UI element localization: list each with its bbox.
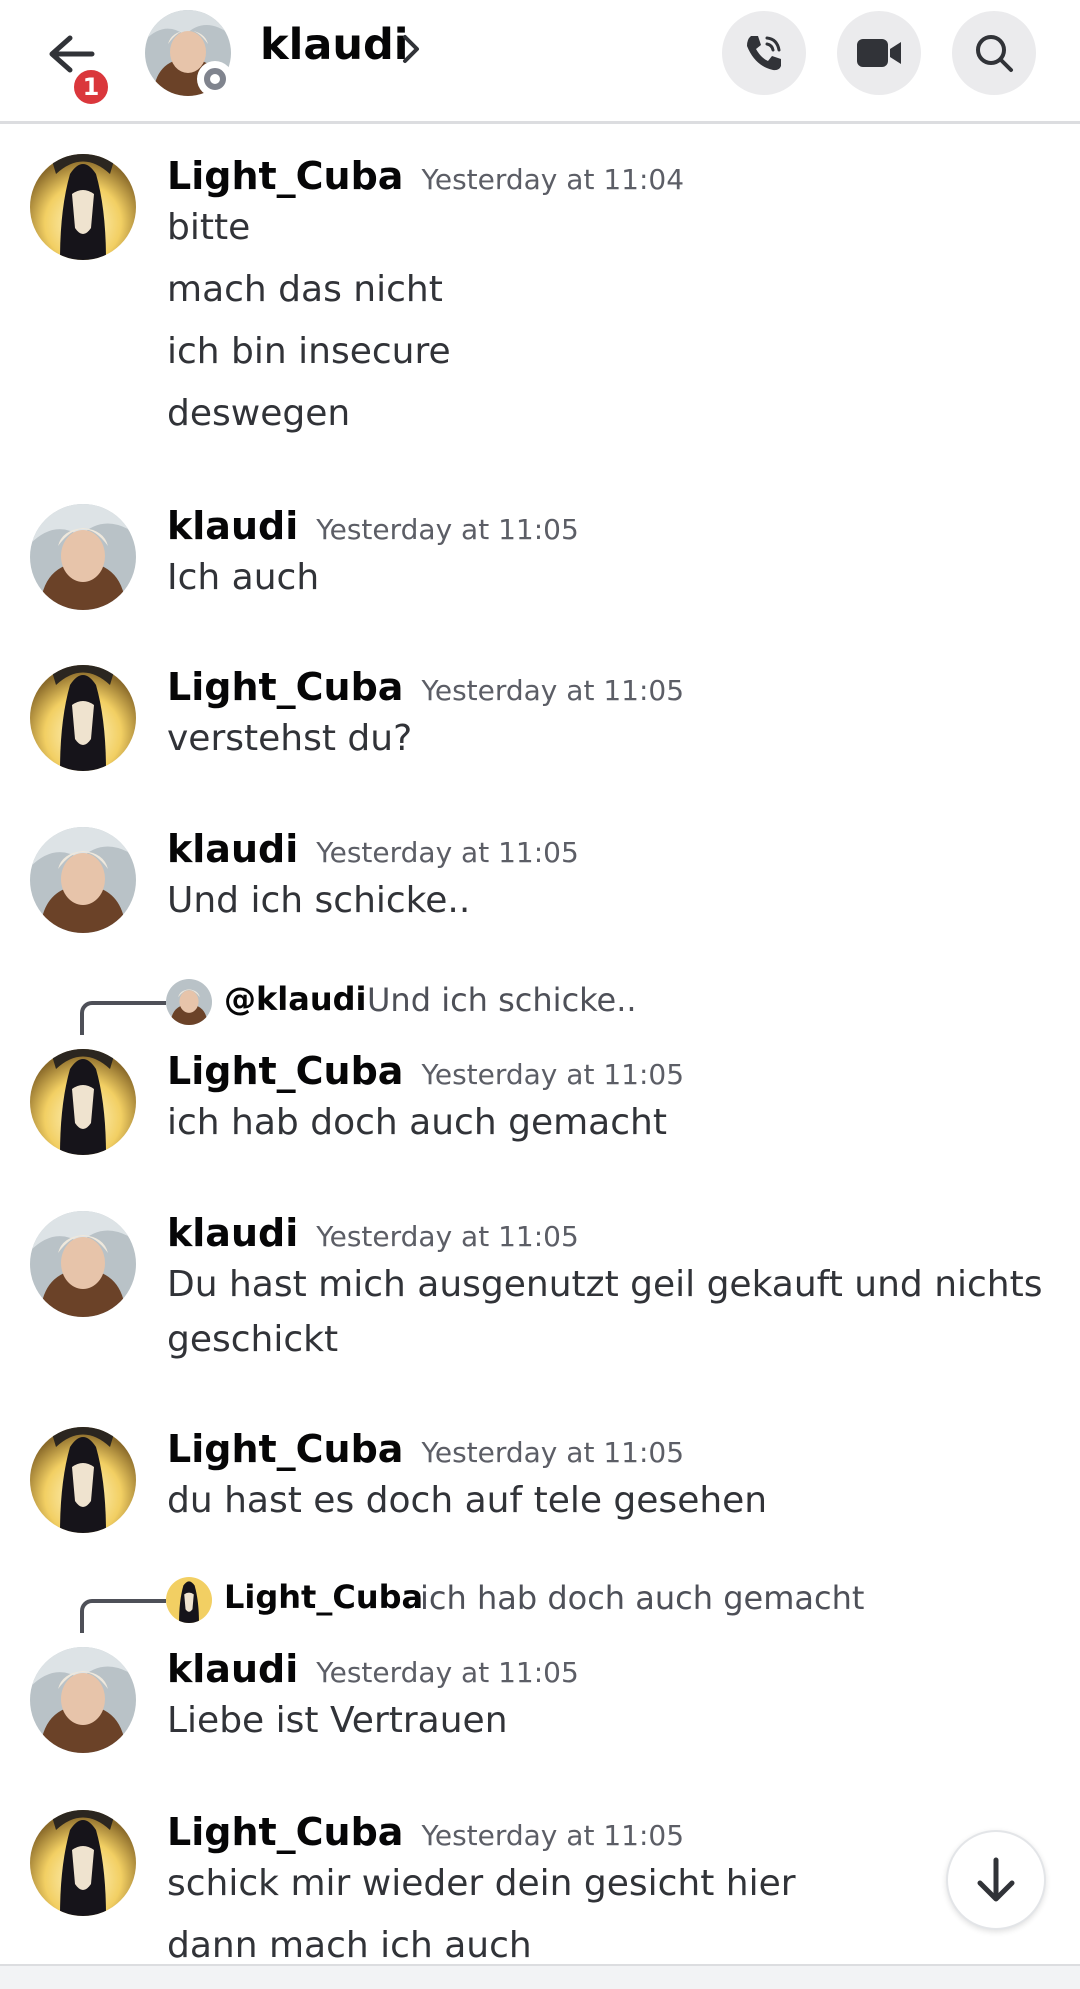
message-author[interactable]: Light_Cuba [167, 1810, 403, 1854]
message-timestamp: Yesterday at 11:05 [316, 836, 579, 869]
reply-author: Light_Cuba [224, 1578, 424, 1616]
message-timestamp: Yesterday at 11:05 [421, 674, 685, 707]
avatar-klaudi[interactable] [30, 1647, 136, 1753]
back-button[interactable]: 1 [40, 22, 120, 108]
avatar-light-cuba[interactable] [30, 1427, 136, 1533]
message-text: deswegen [167, 393, 351, 434]
reply-preview[interactable]: @klaudi Und ich schicke.. [0, 977, 1080, 1035]
message-timestamp: Yesterday at 11:05 [421, 1819, 685, 1852]
message-list[interactable]: Light_Cuba Yesterday at 11:04 bitte mach … [0, 124, 1080, 1964]
reply-text: Und ich schicke.. [367, 981, 637, 1019]
phone-icon [747, 36, 781, 71]
message-text: ich bin insecure [167, 331, 451, 372]
avatar-klaudi[interactable] [30, 1211, 136, 1317]
message-timestamp: Yesterday at 11:04 [421, 163, 685, 196]
chat-header: 1 klaudi [0, 0, 1080, 124]
message-text: Und ich schicke.. [167, 880, 471, 921]
message-text: geschickt [167, 1319, 339, 1360]
reply-avatar-light-cuba [166, 1577, 212, 1623]
reply-text: ich hab doch auch gemacht [420, 1579, 865, 1617]
reply-connector [80, 1599, 166, 1633]
reply-preview[interactable]: Light_Cuba ich hab doch auch gemacht [0, 1575, 1080, 1633]
contact-name[interactable]: klaudi [260, 20, 408, 70]
unread-badge: 1 [70, 66, 112, 108]
reply-author: @klaudi [224, 980, 367, 1018]
message-text: bitte [167, 207, 251, 248]
message-author[interactable]: klaudi [167, 504, 298, 548]
message-text: ich hab doch auch gemacht [167, 1102, 667, 1143]
voice-call-button[interactable] [722, 11, 806, 95]
avatar-light-cuba[interactable] [30, 665, 136, 771]
avatar-klaudi[interactable] [30, 504, 136, 610]
chevron-right-icon[interactable] [402, 34, 420, 64]
message-author[interactable]: klaudi [167, 1647, 298, 1691]
message-timestamp: Yesterday at 11:05 [316, 1656, 579, 1689]
message-author[interactable]: klaudi [167, 827, 298, 871]
video-camera-icon [857, 39, 901, 67]
message-text: Du hast mich ausgenutzt geil gekauft und… [167, 1264, 1043, 1305]
message-text: dann mach ich auch [167, 1925, 532, 1964]
reply-avatar-klaudi [166, 979, 212, 1025]
message-text: Liebe ist Vertrauen [167, 1700, 508, 1741]
search-icon [976, 35, 1013, 72]
jump-to-bottom-button[interactable] [946, 1830, 1046, 1930]
avatar-light-cuba[interactable] [30, 1049, 136, 1155]
reply-connector [80, 1001, 166, 1035]
message-text: du hast es doch auf tele gesehen [167, 1480, 768, 1521]
avatar-light-cuba[interactable] [30, 154, 136, 260]
message-timestamp: Yesterday at 11:05 [421, 1436, 685, 1469]
arrow-down-icon [977, 1857, 1015, 1902]
message-text: Ich auch [167, 557, 320, 598]
composer-bar-edge [0, 1964, 1080, 1989]
message-author[interactable]: Light_Cuba [167, 154, 403, 198]
avatar-klaudi[interactable] [30, 827, 136, 933]
avatar-light-cuba[interactable] [30, 1810, 136, 1916]
message-text: schick mir wieder dein gesicht hier [167, 1863, 796, 1904]
message-author[interactable]: Light_Cuba [167, 665, 403, 709]
message-text: mach das nicht [167, 269, 443, 310]
message-author[interactable]: Light_Cuba [167, 1049, 403, 1093]
video-call-button[interactable] [837, 11, 921, 95]
search-button[interactable] [952, 11, 1036, 95]
message-author[interactable]: klaudi [167, 1211, 298, 1255]
message-timestamp: Yesterday at 11:05 [316, 513, 579, 546]
message-timestamp: Yesterday at 11:05 [421, 1058, 685, 1091]
message-timestamp: Yesterday at 11:05 [316, 1220, 579, 1253]
status-offline-indicator [197, 61, 233, 97]
message-author[interactable]: Light_Cuba [167, 1427, 403, 1471]
message-text: verstehst du? [167, 718, 413, 759]
